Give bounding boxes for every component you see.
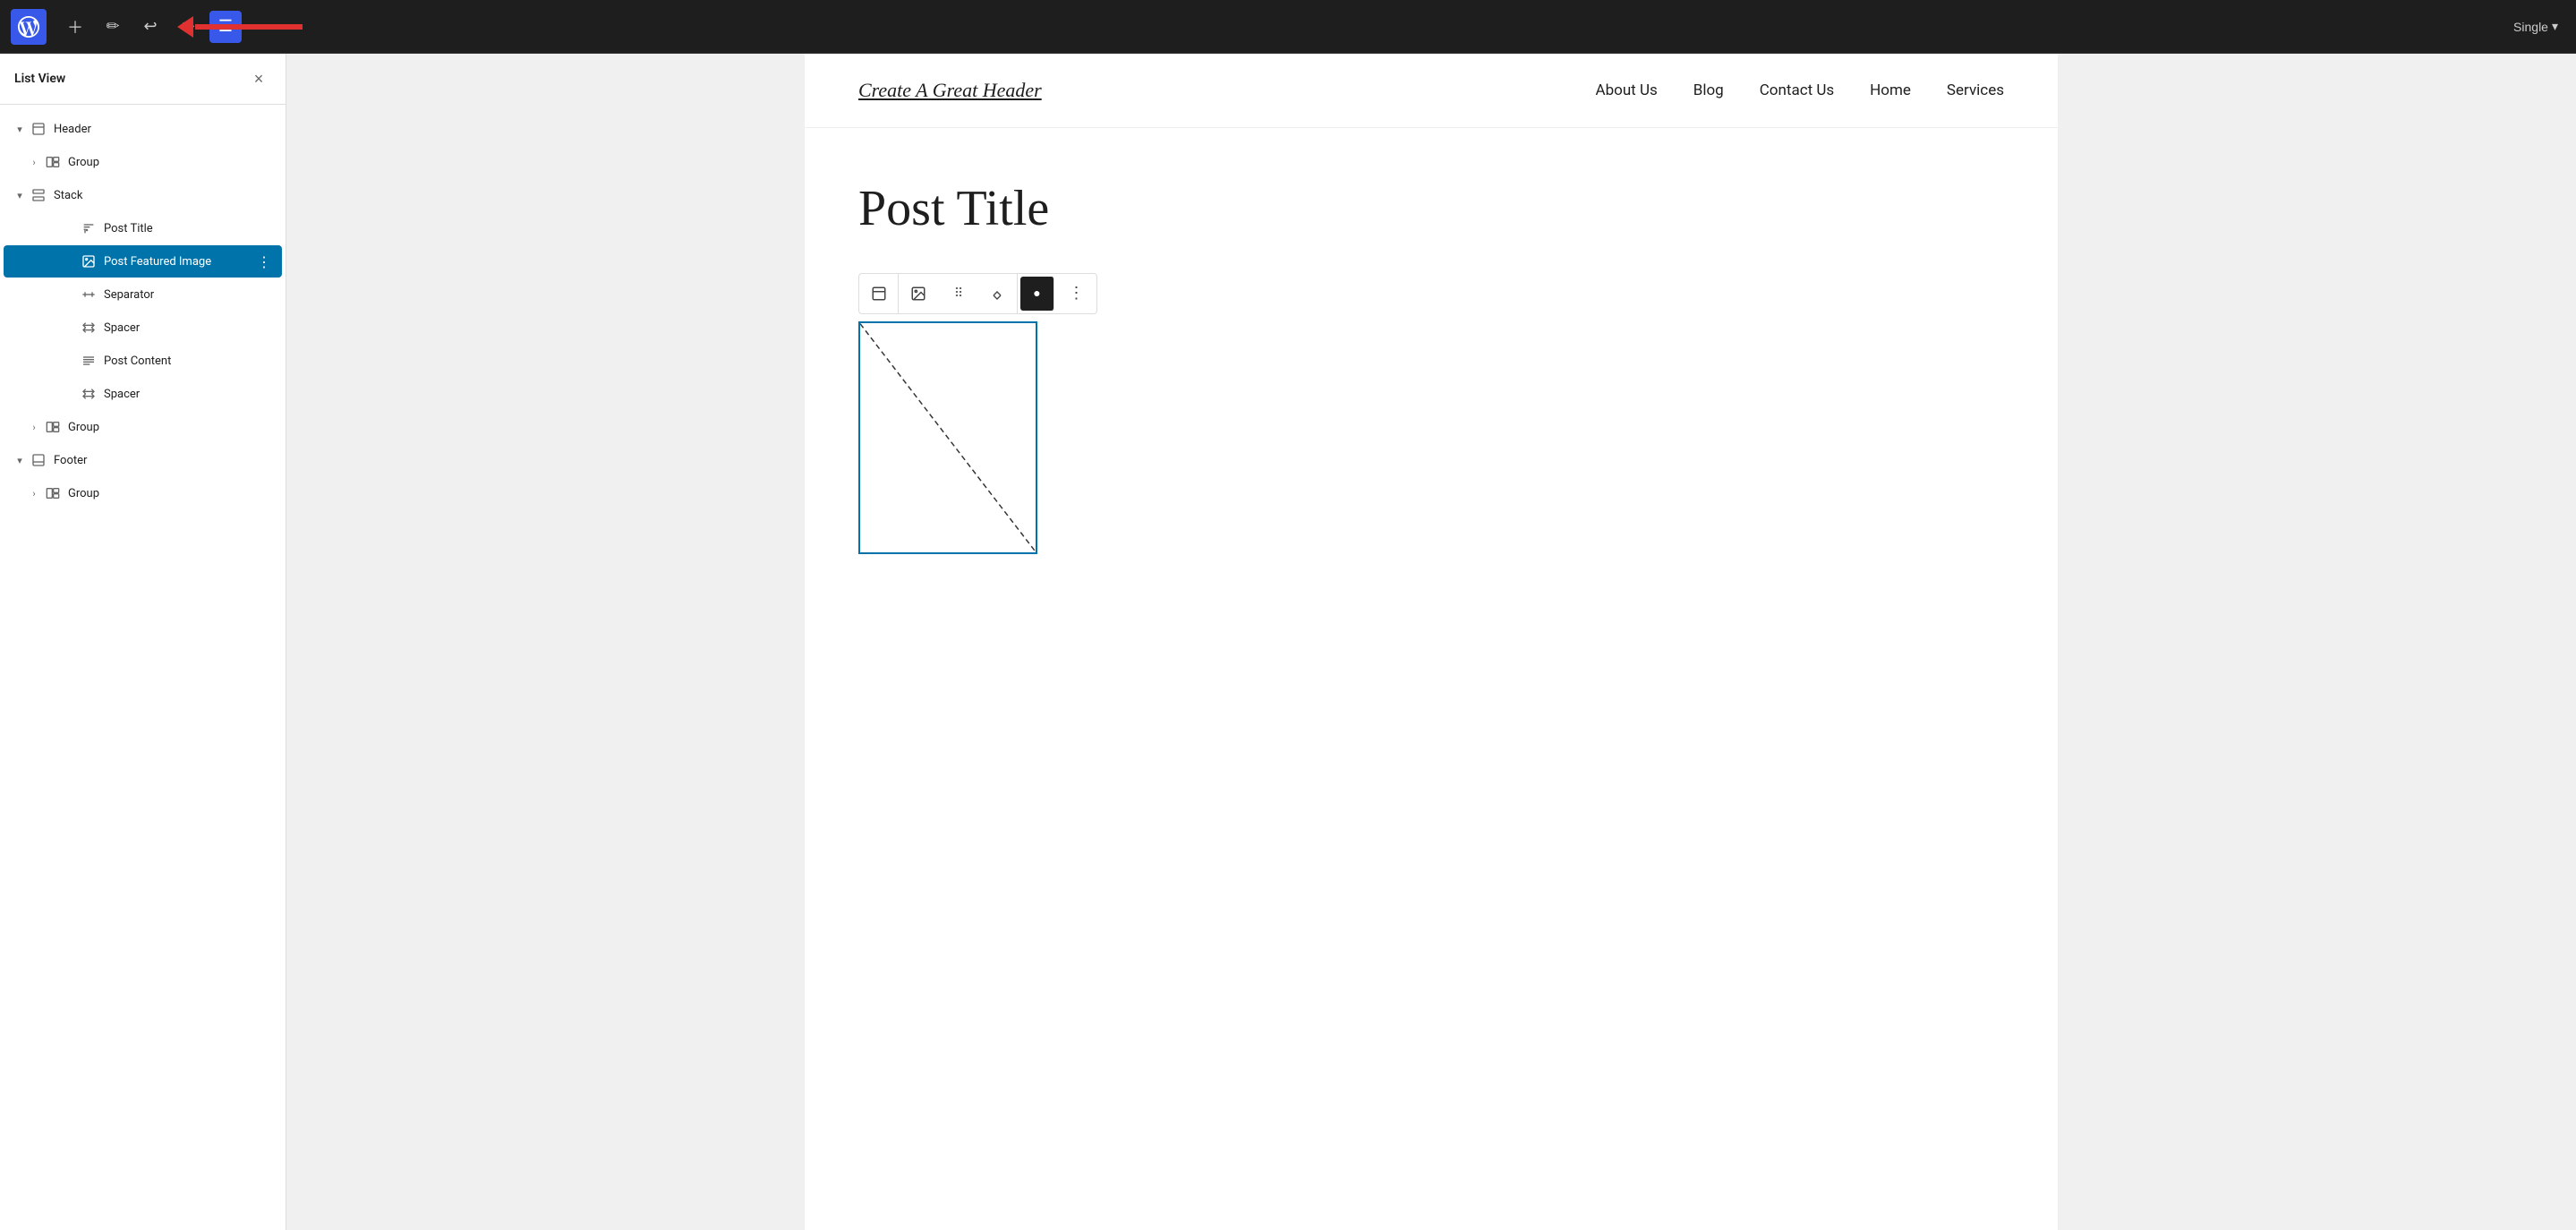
tree-item-header[interactable]: ▾ Header [4, 113, 282, 145]
tree-label-footer: Footer [54, 454, 275, 467]
main-layout: List View × ▾ Header › Group [0, 54, 2576, 1230]
styles-button[interactable]: ● [1020, 277, 1054, 311]
edit-mode-button[interactable]: ✏ [97, 11, 129, 43]
tree-label-stack: Stack [54, 189, 275, 202]
toolbar-group-center: ⠿ [899, 274, 1018, 313]
undo-icon: ↩ [143, 17, 157, 36]
tree-label-group3: Group [68, 487, 275, 500]
drag-handle-button[interactable]: ⠿ [938, 274, 977, 313]
canvas-inner: Create A Great Header About Us Blog Cont… [805, 54, 2058, 1230]
footer-icon [29, 450, 48, 470]
undo-button[interactable]: ↩ [134, 11, 166, 43]
toolbar-right-area: Single ▾ [2513, 19, 2558, 34]
tree-item-group1[interactable]: › Group [4, 146, 282, 178]
featured-image-icon [79, 252, 98, 271]
chevron-right-icon: › [25, 418, 43, 436]
more-block-options-button[interactable]: ⋮ [1057, 274, 1096, 313]
up-down-arrows-icon [990, 286, 1004, 301]
more-options-icon[interactable]: ⋮ [253, 251, 275, 272]
tree-item-spacer1[interactable]: › Spacer [4, 312, 282, 344]
close-icon: × [254, 70, 264, 89]
spacer-icon [79, 318, 98, 337]
stack-icon [29, 185, 48, 205]
view-mode-label: Single [2513, 20, 2548, 34]
tree-item-stack[interactable]: ▾ Stack [4, 179, 282, 211]
site-logo[interactable]: Create A Great Header [858, 79, 1042, 102]
post-area: Post Title ⠿ [805, 128, 2058, 590]
chevron-down-icon: ▾ [11, 451, 29, 469]
chevron-down-icon: ▾ [11, 186, 29, 204]
drag-icon: ⠿ [954, 286, 961, 301]
group-icon [43, 152, 63, 172]
template-icon [29, 119, 48, 139]
tree-label-separator: Separator [104, 288, 275, 302]
tree-label-spacer2: Spacer [104, 388, 275, 401]
tree-item-group2[interactable]: › Group [4, 411, 282, 443]
add-block-button[interactable]: ＋ [59, 11, 91, 43]
tree-item-post-featured-image[interactable]: › Post Featured Image ⋮ [4, 245, 282, 278]
sidebar-title: List View [14, 72, 65, 86]
tree-item-spacer2[interactable]: › Spacer [4, 378, 282, 410]
tree-item-post-content[interactable]: › Post Content [4, 345, 282, 377]
tree-label-header: Header [54, 123, 275, 136]
nav-about-us[interactable]: About Us [1595, 81, 1657, 99]
post-content-icon [79, 351, 98, 371]
group3-icon [43, 483, 63, 503]
featured-image-placeholder [860, 323, 1036, 552]
site-nav: About Us Blog Contact Us Home Services [1595, 81, 2004, 99]
spacer2-icon [79, 384, 98, 404]
red-arrow-annotation [179, 16, 303, 38]
block-tree: ▾ Header › Group ▾ Stack [0, 105, 286, 1230]
wordpress-logo[interactable] [11, 9, 47, 45]
sidebar-header: List View × [0, 54, 286, 105]
brush-icon: ● [1033, 286, 1040, 301]
transform-icon [871, 286, 887, 302]
tree-item-separator[interactable]: › Separator [4, 278, 282, 311]
group2-icon [43, 417, 63, 437]
editor-canvas: Create A Great Header About Us Blog Cont… [286, 54, 2576, 1230]
plus-icon: ＋ [67, 15, 83, 38]
close-list-view-button[interactable]: × [246, 66, 271, 91]
transform-block-button[interactable] [859, 274, 899, 313]
arrow-head [177, 16, 193, 38]
block-toolbar: ⠿ ● ⋮ [858, 273, 1097, 314]
list-view-panel: List View × ▾ Header › Group [0, 54, 286, 1230]
image-block-type-button[interactable] [899, 274, 938, 313]
wp-logo-icon [18, 16, 39, 38]
site-header-preview: Create A Great Header About Us Blog Cont… [805, 54, 2058, 128]
dropdown-arrow-icon: ▾ [2552, 19, 2558, 34]
image-icon [910, 286, 926, 302]
nav-blog[interactable]: Blog [1693, 81, 1724, 99]
featured-image-block[interactable] [858, 321, 1037, 554]
chevron-right-icon: › [25, 484, 43, 502]
tree-label-post-content: Post Content [104, 354, 275, 368]
tree-label-group2: Group [68, 421, 275, 434]
three-dots-icon: ⋮ [1069, 284, 1086, 303]
arrow-line [195, 24, 303, 30]
post-title-preview: Post Title [858, 182, 2004, 237]
pencil-icon: ✏ [106, 17, 119, 36]
tree-label-group1: Group [68, 156, 275, 169]
main-toolbar: ＋ ✏ ↩ ↪ ☰ Single ▾ [0, 0, 2576, 54]
post-title-icon [79, 218, 98, 238]
placeholder-svg [860, 323, 1036, 552]
tree-label-post-featured-image: Post Featured Image [104, 255, 253, 269]
separator-icon [79, 285, 98, 304]
arrows-button[interactable] [977, 274, 1017, 313]
view-mode-dropdown[interactable]: Single ▾ [2513, 19, 2558, 34]
tree-item-group3[interactable]: › Group [4, 477, 282, 509]
nav-services[interactable]: Services [1947, 81, 2004, 99]
tree-label-post-title: Post Title [104, 222, 275, 235]
chevron-right-icon: › [25, 153, 43, 171]
chevron-down-icon: ▾ [11, 120, 29, 138]
tree-item-footer[interactable]: ▾ Footer [4, 444, 282, 476]
tree-label-spacer1: Spacer [104, 321, 275, 335]
nav-contact-us[interactable]: Contact Us [1760, 81, 1834, 99]
nav-home[interactable]: Home [1870, 81, 1911, 99]
tree-item-post-title[interactable]: › Post Title [4, 212, 282, 244]
